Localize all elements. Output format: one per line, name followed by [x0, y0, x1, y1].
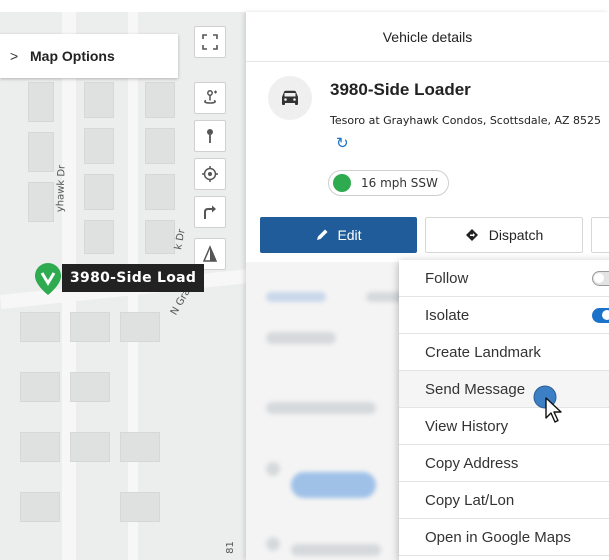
status-dot-icon [333, 174, 351, 192]
edit-button[interactable]: Edit [260, 217, 417, 253]
chevron-right-icon: > [10, 48, 19, 64]
menu-item-label: Copy Address [425, 454, 519, 472]
car-icon [282, 90, 298, 105]
avatar [268, 76, 312, 120]
vehicle-name: 3980-Side Loader [330, 80, 471, 99]
panel-title: Vehicle details [246, 12, 609, 62]
map-view[interactable]: yhawk Dr N Gray k Dr 81 > Map Options 39… [0, 12, 250, 560]
menu-item-create-landmark[interactable]: Create Landmark [399, 334, 609, 371]
speed-badge: 16 mph SSW [328, 170, 449, 196]
menu-item-label: Create Landmark [425, 343, 541, 361]
map-options-toggle[interactable]: > Map Options [0, 34, 178, 78]
follow-toggle[interactable] [592, 271, 609, 286]
mouse-cursor-icon [533, 385, 562, 423]
pin-button[interactable] [194, 120, 226, 152]
street-label: 81 [224, 541, 236, 554]
dispatch-diamond-icon [465, 229, 478, 241]
locate-icon [202, 166, 218, 182]
street-view-icon [204, 90, 217, 104]
map-options-label: Map Options [30, 48, 115, 64]
refresh-icon[interactable]: ↻ [336, 134, 349, 152]
menu-item-follow[interactable]: Follow [399, 260, 609, 297]
pencil-icon [317, 229, 328, 240]
menu-item-label: Copy Lat/Lon [425, 491, 515, 509]
vehicle-actions-menu: Follow Isolate Create Landmark Send Mess… [399, 260, 609, 560]
street-view-button[interactable] [194, 82, 226, 114]
menu-item-view-history[interactable]: View History [399, 408, 609, 445]
menu-item-copy-lat-lon[interactable]: Copy Lat/Lon [399, 482, 609, 519]
vehicle-marker-icon[interactable] [34, 262, 62, 296]
menu-item-label: Follow [425, 269, 469, 287]
map-pin-icon [207, 129, 213, 143]
fullscreen-button[interactable] [194, 26, 226, 58]
menu-item-copy-address[interactable]: Copy Address [399, 445, 609, 482]
locate-button[interactable] [194, 158, 226, 190]
directions-button[interactable] [194, 196, 226, 228]
menu-item-label: Send Message [425, 380, 526, 398]
edit-label: Edit [337, 227, 362, 243]
navigation-arrow-icon [202, 245, 218, 262]
menu-item-send-message[interactable]: Send Message [399, 371, 609, 408]
vehicle-map-label[interactable]: 3980-Side Load [62, 264, 205, 292]
menu-item-label: Open in Google Maps [425, 528, 571, 546]
menu-item-label: Isolate [425, 306, 470, 324]
directions-icon [204, 205, 216, 219]
dispatch-label: Dispatch [488, 227, 544, 243]
vehicle-address: Tesoro at Grayhawk Condos, Scottsdale, A… [330, 114, 602, 127]
dispatch-button[interactable]: Dispatch [425, 217, 583, 253]
menu-item-isolate[interactable]: Isolate [399, 297, 609, 334]
speed-text: 16 mph SSW [361, 176, 438, 190]
street-label: yhawk Dr [55, 164, 68, 213]
isolate-toggle[interactable] [592, 308, 609, 323]
menu-item-label: View History [425, 417, 509, 435]
fullscreen-icon [202, 34, 218, 50]
menu-item-open-google-maps[interactable]: Open in Google Maps [399, 519, 609, 556]
more-actions-button[interactable] [591, 217, 609, 253]
